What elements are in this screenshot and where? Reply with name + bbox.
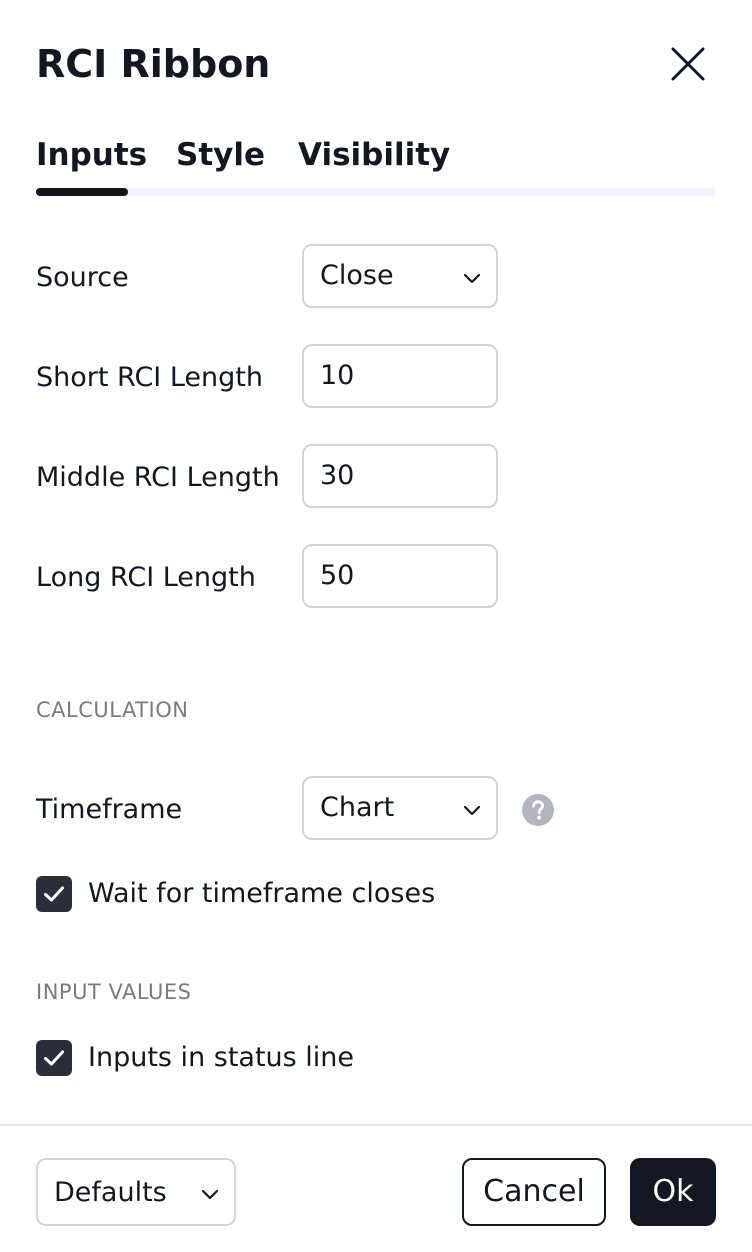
checkbox-checked[interactable] [36, 876, 72, 912]
chevron-down-icon [463, 805, 481, 816]
question-mark-icon[interactable] [522, 794, 554, 826]
long-rci-length-value: 50 [320, 560, 355, 591]
long-rci-length-label: Long RCI Length [36, 562, 256, 593]
inputs-in-status-line-label: Inputs in status line [88, 1042, 355, 1073]
footer-divider [0, 1124, 752, 1126]
source-label: Source [36, 262, 129, 293]
long-rci-length-input[interactable]: 50 [302, 544, 498, 608]
wait-for-timeframe-closes-label: Wait for timeframe closes [88, 878, 436, 909]
timeframe-value: Chart [320, 792, 395, 823]
checkbox-checked[interactable] [36, 1040, 72, 1076]
timeframe-select[interactable]: Chart [302, 776, 498, 840]
ok-button[interactable]: Ok [630, 1158, 716, 1226]
tab-style[interactable]: Style [176, 134, 265, 176]
calculation-section-heading: CALCULATION [36, 698, 189, 722]
checkmark-icon [44, 886, 64, 902]
tab-bar: Inputs Style Visibility [36, 134, 716, 196]
active-tab-indicator [36, 188, 128, 196]
timeframe-label: Timeframe [36, 794, 183, 825]
indicator-settings-dialog: RCI Ribbon Inputs Style Visibility Sourc… [0, 0, 752, 1252]
close-button[interactable] [664, 40, 712, 88]
defaults-label: Defaults [54, 1177, 167, 1208]
dialog-title: RCI Ribbon [36, 42, 271, 86]
defaults-dropdown-button[interactable]: Defaults [36, 1158, 236, 1226]
short-rci-length-label: Short RCI Length [36, 362, 263, 393]
input-values-section-heading: INPUT VALUES [36, 980, 192, 1004]
cancel-button[interactable]: Cancel [462, 1158, 606, 1226]
close-icon [671, 47, 705, 81]
middle-rci-length-label: Middle RCI Length [36, 462, 280, 493]
tab-track [36, 188, 716, 196]
middle-rci-length-input[interactable]: 30 [302, 444, 498, 508]
chevron-down-icon [463, 273, 481, 284]
tab-visibility[interactable]: Visibility [298, 134, 450, 176]
checkmark-icon [44, 1050, 64, 1066]
short-rci-length-value: 10 [320, 360, 355, 391]
source-select[interactable]: Close [302, 244, 498, 308]
tab-inputs[interactable]: Inputs [36, 134, 147, 176]
chevron-down-icon [201, 1189, 219, 1200]
short-rci-length-input[interactable]: 10 [302, 344, 498, 408]
source-value: Close [320, 260, 394, 291]
middle-rci-length-value: 30 [320, 460, 355, 491]
